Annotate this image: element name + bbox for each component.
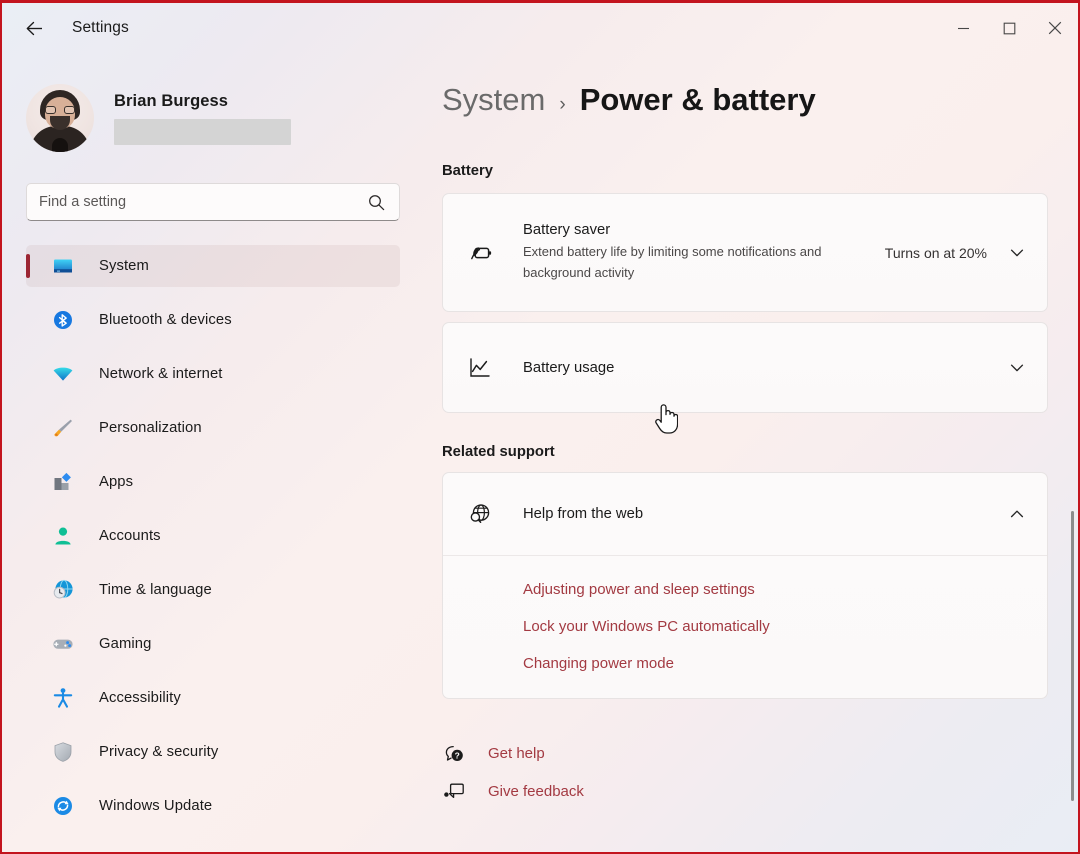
sidebar-item-bluetooth-devices[interactable]: Bluetooth & devices [26, 299, 400, 341]
breadcrumb-parent[interactable]: System [442, 82, 545, 118]
title-bar: Settings [2, 3, 1078, 53]
sidebar-nav: System Bluetooth & devices Network & int… [26, 245, 422, 827]
sidebar-item-label: Accounts [99, 528, 161, 544]
battery-section-title: Battery [442, 163, 493, 179]
sidebar-item-label: Accessibility [99, 690, 181, 706]
sidebar: Brian Burgess Find a setting System Blue… [2, 53, 422, 852]
sidebar-item-system[interactable]: System [26, 245, 400, 287]
page-title: Power & battery [579, 82, 816, 117]
close-icon [1048, 21, 1062, 35]
sidebar-item-label: System [99, 258, 149, 274]
sidebar-item-windows-update[interactable]: Windows Update [26, 785, 400, 827]
help-link[interactable]: Adjusting power and sleep settings [523, 581, 755, 598]
footer-links: ? Get help Give feedback [442, 734, 1078, 810]
battery-saver-text: Battery saver Extend battery life by lim… [523, 222, 885, 282]
battery-saver-title: Battery saver [523, 222, 611, 239]
minimize-button[interactable] [940, 5, 986, 51]
svg-text:?: ? [455, 751, 460, 761]
user-name: Brian Burgess [114, 91, 229, 110]
give-feedback-link[interactable]: Give feedback [442, 772, 584, 810]
user-email-redacted [114, 118, 291, 145]
battery-usage-chart-icon [467, 355, 493, 381]
back-arrow-icon [26, 21, 42, 35]
person-icon [51, 524, 75, 548]
maximize-icon [1003, 22, 1015, 34]
sidebar-item-gaming[interactable]: Gaming [26, 623, 400, 665]
back-button[interactable] [16, 10, 52, 46]
apps-icon [51, 470, 75, 494]
sidebar-item-accounts[interactable]: Accounts [26, 515, 400, 557]
search-icon [368, 194, 385, 211]
sidebar-item-label: Time & language [99, 582, 212, 598]
breadcrumb-separator-icon: › [559, 94, 566, 115]
help-link[interactable]: Changing power mode [523, 655, 674, 672]
update-refresh-icon [51, 794, 75, 818]
chevron-down-icon[interactable] [1009, 245, 1025, 261]
battery-usage-row[interactable]: Battery usage [443, 323, 1047, 412]
bluetooth-icon [51, 308, 75, 332]
sidebar-item-accessibility[interactable]: Accessibility [26, 677, 400, 719]
sidebar-item-personalization[interactable]: Personalization [26, 407, 400, 449]
user-profile[interactable]: Brian Burgess [26, 81, 422, 155]
battery-usage-title: Battery usage [523, 359, 615, 376]
close-button[interactable] [1032, 5, 1078, 51]
battery-saver-icon [467, 240, 493, 266]
sidebar-item-privacy-security[interactable]: Privacy & security [26, 731, 400, 773]
sidebar-item-apps[interactable]: Apps [26, 461, 400, 503]
gamepad-icon [51, 632, 75, 656]
battery-usage-text: Battery usage [523, 360, 1009, 376]
search-box[interactable] [26, 183, 400, 221]
sidebar-item-label: Apps [99, 474, 134, 490]
sidebar-item-label: Personalization [99, 420, 202, 436]
clock-globe-icon [51, 578, 75, 602]
footer-link-label: Give feedback [488, 782, 584, 800]
app-title: Settings [72, 19, 129, 36]
help-from-the-web-row[interactable]: Help from the web [443, 473, 1047, 556]
main-content: System › Power & battery Battery Battery… [422, 53, 1078, 852]
minimize-icon [957, 27, 969, 29]
profile-text: Brian Burgess [114, 92, 291, 145]
help-from-the-web-title: Help from the web [523, 506, 644, 522]
globe-search-icon [467, 501, 493, 527]
help-link[interactable]: Lock your Windows PC automatically [523, 618, 770, 635]
scrollbar-track[interactable] [1060, 53, 1074, 852]
sidebar-item-label: Bluetooth & devices [99, 312, 232, 328]
battery-saver-subtitle: Extend battery life by limiting some not… [523, 244, 822, 280]
sidebar-item-label: Network & internet [99, 366, 223, 382]
battery-saver-row[interactable]: Battery saver Extend battery life by lim… [443, 194, 1047, 311]
battery-saver-card[interactable]: Battery saver Extend battery life by lim… [442, 193, 1048, 312]
battery-saver-value: Turns on at 20% [884, 244, 987, 261]
help-links-list: Adjusting power and sleep settings Lock … [443, 556, 1047, 698]
get-help-link[interactable]: ? Get help [442, 734, 545, 772]
avatar [26, 84, 94, 152]
settings-window: Settings Brian Burgess Find a setting Sy… [0, 0, 1080, 854]
help-question-icon: ? [442, 741, 466, 765]
paintbrush-icon [51, 416, 75, 440]
sidebar-item-label: Gaming [99, 636, 152, 652]
related-support-title: Related support [442, 444, 555, 460]
feedback-icon [442, 779, 466, 803]
sidebar-item-network-internet[interactable]: Network & internet [26, 353, 400, 395]
help-from-the-web-text: Help from the web [523, 506, 1009, 522]
footer-link-label: Get help [488, 744, 545, 762]
chevron-down-icon[interactable] [1009, 360, 1025, 376]
shield-icon [51, 740, 75, 764]
sidebar-item-label: Privacy & security [99, 744, 219, 760]
sidebar-item-time-language[interactable]: Time & language [26, 569, 400, 611]
battery-usage-card[interactable]: Battery usage [442, 322, 1048, 413]
sidebar-item-label: Windows Update [99, 798, 213, 814]
accessibility-person-icon [51, 686, 75, 710]
breadcrumb: System › Power & battery [442, 82, 1078, 118]
search-input[interactable] [27, 194, 368, 210]
help-from-the-web-card: Help from the web Adjusting power and sl… [442, 472, 1048, 699]
maximize-button[interactable] [986, 5, 1032, 51]
monitor-icon [51, 254, 75, 278]
window-controls [940, 5, 1078, 51]
wifi-icon [51, 362, 75, 386]
chevron-up-icon[interactable] [1009, 506, 1025, 522]
